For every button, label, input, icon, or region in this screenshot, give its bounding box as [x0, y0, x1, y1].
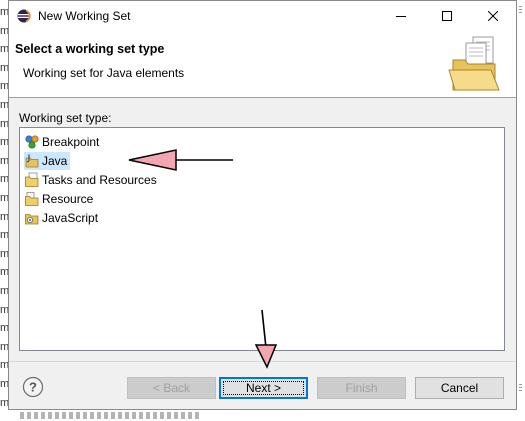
list-item-tasks-and-resources[interactable]: Tasks and Resources [24, 171, 160, 189]
list-item-label: Java [42, 154, 68, 168]
background-app-text: m [0, 61, 8, 74]
list-item-label: JavaScript [42, 211, 99, 225]
background-app-text: m [0, 340, 8, 353]
background-app-text: m [0, 322, 8, 335]
list-item-javascript[interactable]: JavaScript [24, 209, 101, 227]
background-app-text: m [0, 266, 8, 279]
minimize-icon [396, 16, 406, 17]
background-app-text: m [0, 136, 8, 149]
wizard-banner: Select a working set type Working set fo… [9, 31, 516, 98]
background-app-text: m [0, 24, 8, 37]
finish-button[interactable]: Finish [317, 377, 406, 399]
background-app-text: m [0, 247, 8, 260]
background-app-text: m [0, 154, 8, 167]
javascript-folder-icon [25, 214, 39, 225]
background-app-text: m [0, 80, 8, 93]
background-app-text: m [0, 396, 8, 409]
eclipse-app-icon [17, 9, 31, 23]
background-app-text: m [0, 192, 8, 204]
background-app-text: m [0, 229, 8, 242]
background-app-text: m [0, 303, 8, 316]
background-app-scroll-mark [519, 5, 522, 13]
breakpoint-icon [25, 135, 39, 149]
back-button[interactable]: < Back [127, 377, 216, 399]
background-app-bottom-edge [0, 411, 525, 421]
list-item-label: Resource [42, 192, 94, 206]
new-working-set-dialog: New Working Set Select a working set typ… [8, 0, 517, 410]
maximize-icon [442, 11, 452, 21]
list-item-breakpoint[interactable]: Breakpoint [24, 133, 102, 151]
list-item-label: Breakpoint [42, 135, 100, 149]
background-app-text: m [0, 173, 8, 186]
resource-folder-icon [25, 192, 39, 206]
java-project-icon [25, 154, 39, 168]
background-app-left-edge: mmmmmmmmmmmmmmmmmmmmmm [0, 0, 8, 421]
background-app-text: m [0, 117, 8, 130]
maximize-button[interactable] [424, 1, 470, 31]
cancel-button[interactable]: Cancel [415, 377, 504, 399]
working-set-wizard-icon [448, 36, 500, 91]
button-bar-separator [9, 361, 516, 362]
tasks-folder-icon [25, 172, 39, 187]
svg-text:?: ? [29, 380, 37, 395]
background-app-scroll-mark [519, 383, 522, 391]
minimize-button[interactable] [378, 1, 424, 31]
close-icon [488, 11, 498, 21]
title-bar[interactable]: New Working Set [9, 1, 516, 31]
background-app-text: m [0, 43, 8, 56]
next-button[interactable]: Next > [219, 377, 308, 399]
list-item-resource[interactable]: Resource [24, 190, 96, 208]
working-set-type-list[interactable]: Breakpoint Java Tasks and Resources Reso… [19, 127, 505, 351]
close-button[interactable] [470, 1, 516, 31]
focus-ring [223, 381, 304, 395]
background-app-text: m [0, 359, 8, 372]
list-item-java[interactable]: Java [24, 152, 71, 170]
background-app-text: m [0, 378, 8, 390]
list-item-label: Tasks and Resources [42, 173, 157, 187]
background-app-text: m [0, 6, 8, 18]
wizard-page-description: Working set for Java elements [23, 66, 185, 80]
window-title: New Working Set [38, 9, 131, 23]
wizard-page-title: Select a working set type [15, 42, 165, 56]
background-app-text: m [0, 285, 8, 297]
background-app-text: m [0, 210, 8, 223]
working-set-type-label: Working set type: [19, 111, 112, 125]
background-app-text: m [0, 99, 8, 111]
help-icon[interactable]: ? [22, 376, 44, 398]
